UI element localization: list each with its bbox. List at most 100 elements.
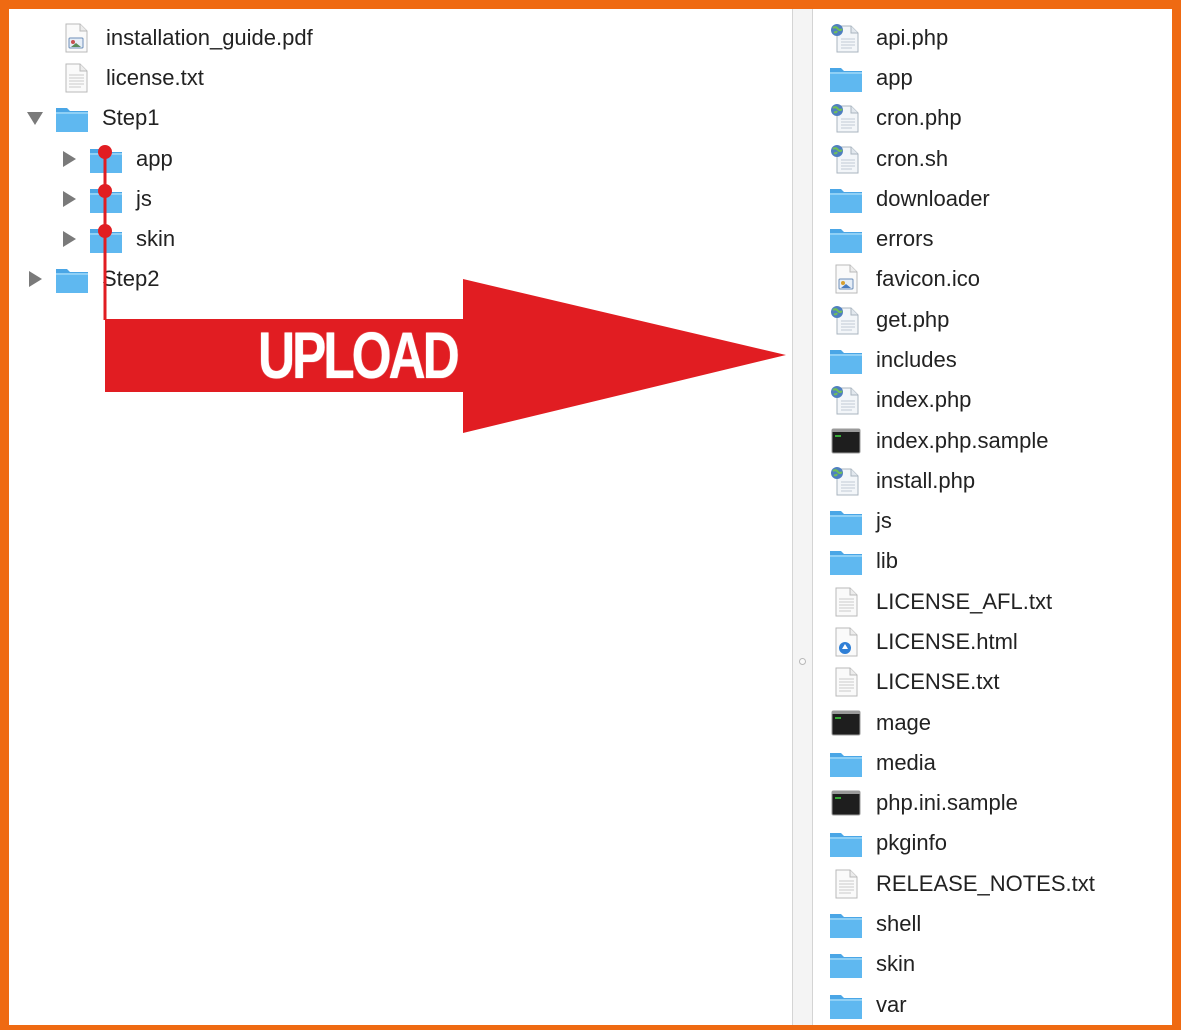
list-item-label: lib (876, 548, 899, 573)
list-item-label: shell (876, 911, 922, 936)
folder-icon (829, 184, 863, 214)
list-item[interactable]: cron.sh (829, 139, 948, 179)
tree-item-installation-guide[interactable]: installation_guide.pdf (59, 18, 313, 58)
folder-icon (829, 828, 863, 858)
list-item-label: errors (876, 226, 934, 251)
list-item[interactable]: api.php (829, 18, 948, 58)
list-item[interactable]: shell (829, 904, 921, 944)
list-item[interactable]: var (829, 985, 907, 1025)
folder-icon (829, 748, 863, 778)
disclosure-triangle[interactable] (61, 190, 77, 208)
tree-item-license-txt[interactable]: license.txt (59, 58, 204, 98)
tree-item-skin[interactable]: skin (61, 219, 175, 259)
list-item[interactable]: cron.php (829, 98, 962, 138)
text-file-icon (829, 587, 863, 617)
list-item-label: php.ini.sample (876, 790, 1018, 815)
list-item-label: skin (876, 951, 916, 976)
list-item[interactable]: RELEASE_NOTES.txt (829, 864, 1095, 904)
list-item-label: cron.php (876, 105, 962, 130)
screenshot-frame: installation_guide.pdf license.txt Step1… (0, 0, 1181, 1030)
list-item[interactable]: LICENSE.txt (829, 662, 999, 702)
list-item-label: get.php (876, 307, 950, 332)
list-item[interactable]: downloader (829, 179, 990, 219)
disclosure-triangle[interactable] (61, 150, 77, 168)
list-item[interactable]: get.php (829, 300, 949, 340)
tree-item-label: license.txt (106, 65, 204, 90)
php-file-icon (829, 144, 863, 174)
tree-item-label: js (136, 186, 152, 211)
list-item-label: index.php (876, 387, 972, 412)
list-item[interactable]: mage (829, 703, 931, 743)
folder-icon (829, 546, 863, 576)
image-file-icon (829, 264, 863, 294)
folder-icon (829, 224, 863, 254)
folder-icon (829, 909, 863, 939)
text-file-icon (829, 869, 863, 899)
list-item[interactable]: LICENSE.html (829, 622, 1018, 662)
folder-icon (829, 63, 863, 93)
list-item-label: cron.sh (876, 146, 949, 171)
disclosure-triangle-expanded[interactable] (27, 109, 43, 127)
folder-icon (829, 506, 863, 536)
list-item-label: downloader (876, 186, 990, 211)
tree-item-js[interactable]: js (61, 179, 152, 219)
pane-splitter[interactable] (792, 9, 813, 1025)
php-file-icon (829, 466, 863, 496)
list-item[interactable]: errors (829, 219, 933, 259)
tree-item-label: app (136, 146, 173, 171)
terminal-file-icon (829, 426, 863, 456)
list-item[interactable]: php.ini.sample (829, 783, 1018, 823)
folder-icon (89, 184, 123, 214)
php-file-icon (829, 385, 863, 415)
list-item[interactable]: includes (829, 340, 957, 380)
terminal-file-icon (829, 708, 863, 738)
text-file-icon (59, 63, 93, 93)
tree-item-label: Step2 (102, 266, 160, 291)
list-item[interactable]: lib (829, 541, 898, 581)
folder-icon (829, 990, 863, 1020)
list-item-label: LICENSE_AFL.txt (876, 589, 1053, 614)
text-file-icon (829, 667, 863, 697)
list-item[interactable]: favicon.ico (829, 259, 980, 299)
tree-item-label: Step1 (102, 105, 160, 130)
tree-item-step2[interactable]: Step2 (27, 259, 160, 299)
list-item[interactable]: app (829, 58, 913, 98)
terminal-file-icon (829, 788, 863, 818)
tree-item-label: installation_guide.pdf (106, 25, 313, 50)
list-item[interactable]: media (829, 743, 936, 783)
list-item-label: LICENSE.txt (876, 669, 1000, 694)
local-file-tree: installation_guide.pdf license.txt Step1… (9, 9, 792, 1025)
list-item[interactable]: index.php.sample (829, 421, 1048, 461)
folder-icon (829, 345, 863, 375)
list-item-label: pkginfo (876, 830, 947, 855)
list-item-label: mage (876, 710, 932, 735)
list-item[interactable]: install.php (829, 461, 975, 501)
list-item-label: favicon.ico (876, 266, 980, 291)
tree-item-app[interactable]: app (61, 139, 173, 179)
pdf-file-icon (59, 23, 93, 53)
list-item-label: RELEASE_NOTES.txt (876, 871, 1095, 896)
remote-file-list: api.php app cron.php cron.sh downloader … (813, 9, 1172, 1025)
list-item[interactable]: index.php (829, 380, 971, 420)
disclosure-triangle[interactable] (61, 230, 77, 248)
list-item-label: install.php (876, 468, 976, 493)
list-item-label: index.php.sample (876, 428, 1049, 453)
tree-item-label: skin (136, 226, 176, 251)
folder-icon (829, 949, 863, 979)
list-item[interactable]: pkginfo (829, 823, 947, 863)
list-item[interactable]: js (829, 501, 892, 541)
splitter-grip-icon[interactable] (799, 658, 806, 665)
list-item-label: media (876, 750, 936, 775)
folder-icon (89, 144, 123, 174)
list-item[interactable]: skin (829, 944, 915, 984)
tree-item-step1[interactable]: Step1 (27, 98, 160, 138)
folder-icon (55, 103, 89, 133)
list-item-label: api.php (876, 25, 949, 50)
list-item[interactable]: LICENSE_AFL.txt (829, 582, 1052, 622)
list-item-label: includes (876, 347, 957, 372)
php-file-icon (829, 23, 863, 53)
disclosure-triangle[interactable] (27, 270, 43, 288)
list-item-label: app (876, 65, 913, 90)
list-item-label: js (876, 508, 892, 533)
folder-icon (89, 224, 123, 254)
